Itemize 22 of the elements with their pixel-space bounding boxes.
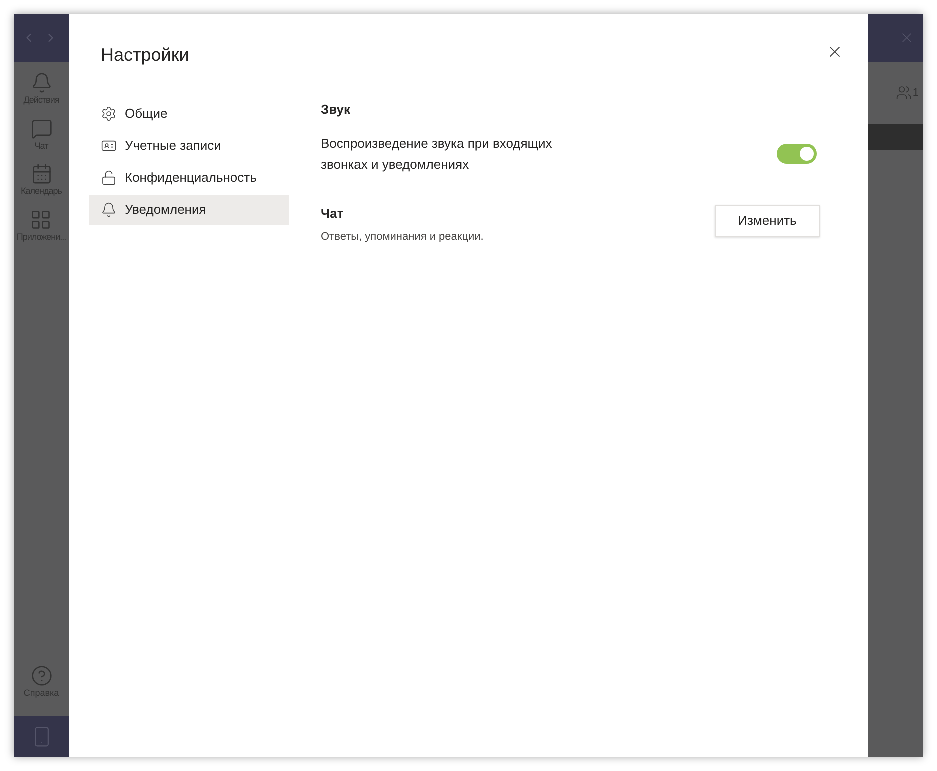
dark-band bbox=[868, 124, 923, 150]
section-heading: Чат bbox=[321, 205, 344, 223]
settings-nav-item[interactable]: Учетные записи bbox=[89, 131, 289, 161]
calendar-icon[interactable] bbox=[30, 163, 52, 185]
chat-icon[interactable] bbox=[30, 118, 52, 140]
section-heading: Звук bbox=[321, 101, 351, 119]
dialog-title: Настройки bbox=[101, 44, 190, 67]
setting-description: Ответы, упоминания и реакции. bbox=[321, 230, 484, 245]
settings-icon bbox=[101, 106, 117, 122]
help-icon[interactable] bbox=[30, 664, 52, 686]
lock-icon bbox=[101, 170, 117, 186]
settings-nav-item[interactable]: Уведомления bbox=[89, 195, 289, 225]
change-button[interactable]: Изменить bbox=[715, 205, 820, 237]
bell-icon bbox=[101, 202, 117, 218]
settings-nav-item[interactable]: Общие bbox=[89, 99, 289, 129]
bell-icon[interactable] bbox=[30, 72, 52, 94]
setting-label: Воспроизведение звука при входящих звонках и уведомлениях bbox=[321, 135, 554, 174]
participants-icon[interactable] bbox=[896, 85, 912, 101]
id-card-icon bbox=[101, 138, 117, 154]
settings-nav-item[interactable]: Конфиденциальность bbox=[89, 163, 289, 193]
toggle-switch[interactable] bbox=[777, 144, 817, 164]
apps-icon[interactable] bbox=[30, 208, 52, 230]
